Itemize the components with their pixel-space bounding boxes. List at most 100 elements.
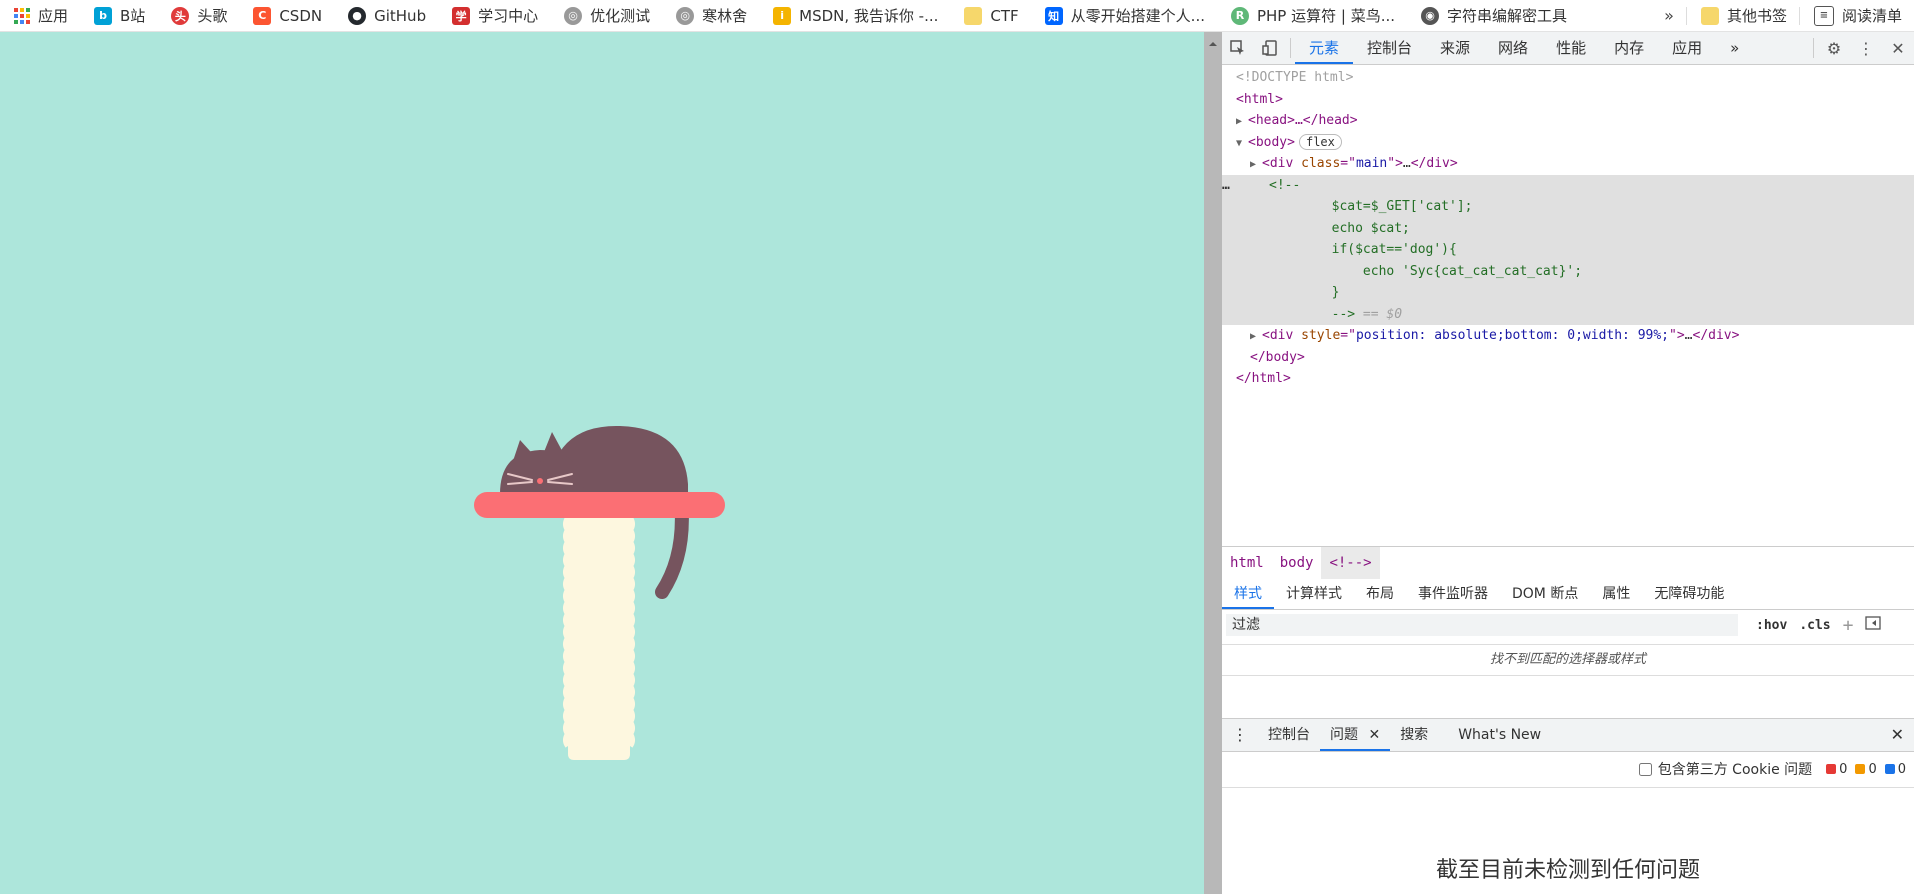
toolbar-divider — [1813, 38, 1814, 58]
bookmark-apps[interactable]: 应用 — [0, 0, 80, 31]
third-party-label: 包含第三方 Cookie 问题 — [1657, 762, 1813, 778]
collapse-arrow-icon[interactable]: ▼ — [1236, 133, 1248, 155]
kebab-menu-icon: ⋮ — [1858, 38, 1874, 58]
tab-performance[interactable]: 性能 — [1542, 32, 1600, 64]
new-style-rule-button[interactable]: + — [1837, 615, 1860, 636]
bookmark-ctf[interactable]: CTF — [950, 0, 1030, 31]
dom-node-doctype[interactable]: <!DOCTYPE html> — [1222, 67, 1914, 89]
customize-menu-button[interactable]: ⋮ — [1850, 32, 1882, 64]
flex-badge[interactable]: flex — [1298, 133, 1342, 150]
warning-icon — [1855, 764, 1866, 774]
device-toolbar-button[interactable] — [1254, 32, 1286, 64]
body-open-tag: <body> — [1248, 134, 1295, 150]
warning-count[interactable]: 0 — [1855, 762, 1877, 777]
cls-toggle-button[interactable]: .cls — [1793, 618, 1836, 633]
bookmark-github[interactable]: ● GitHub — [334, 0, 438, 31]
close-devtools-button[interactable]: ✕ — [1882, 32, 1914, 64]
bookmark-msdn[interactable]: i MSDN, 我告诉你 -... — [759, 0, 950, 31]
ellipsis-icon[interactable]: … — [1222, 175, 1230, 197]
bookmark-other[interactable]: 其他书签 — [1687, 0, 1799, 31]
third-party-cookie-toggle[interactable]: 包含第三方 Cookie 问题 — [1638, 759, 1813, 779]
bookmark-label: 学习中心 — [478, 7, 539, 25]
more-tabs-button[interactable]: » — [1716, 32, 1753, 64]
breadcrumb: html body <!--> — [1222, 546, 1914, 580]
toolbar-divider — [1290, 38, 1291, 58]
bookmark-bilibili[interactable]: b B站 — [80, 0, 157, 31]
dom-tree: <!DOCTYPE html> <html> ▶ <head>…</head> ▼… — [1222, 65, 1914, 548]
styles-filter-input[interactable] — [1226, 614, 1738, 636]
bookmark-hanlinshe[interactable]: ◎ 寒林舍 — [662, 0, 759, 31]
sidebar-toggle-icon — [1865, 616, 1882, 630]
div-class-value: main — [1355, 156, 1388, 171]
tab-sources[interactable]: 来源 — [1426, 32, 1484, 64]
drawer-tab-issues[interactable]: 问题 ✕ — [1320, 719, 1391, 751]
page-viewport — [0, 32, 1204, 894]
error-count[interactable]: 0 — [1826, 762, 1847, 777]
drawer-menu-icon[interactable]: ⋮ — [1222, 719, 1258, 751]
hov-toggle-button[interactable]: :hov — [1750, 618, 1793, 633]
shelf — [474, 492, 725, 518]
page-scrollbar[interactable] — [1204, 32, 1222, 894]
bookmark-label: CSDN — [279, 6, 323, 25]
settings-button[interactable]: ⚙ — [1818, 32, 1850, 64]
breadcrumb-html[interactable]: html — [1222, 547, 1272, 579]
tab-event-listeners[interactable]: 事件监听器 — [1406, 579, 1500, 609]
expand-arrow-icon[interactable]: ▶ — [1236, 111, 1248, 133]
cat-nose — [537, 478, 543, 484]
tab-dom-breakpoints[interactable]: DOM 断点 — [1500, 579, 1590, 609]
dom-node-html[interactable]: <html> — [1222, 89, 1914, 111]
drawer-tab-search[interactable]: 搜索 — [1390, 719, 1438, 751]
expand-arrow-icon[interactable]: ▶ — [1250, 154, 1262, 176]
bookmark-csdn[interactable]: C CSDN — [239, 0, 334, 31]
tab-elements[interactable]: 元素 — [1295, 32, 1354, 64]
bookmark-label: 其他书签 — [1726, 7, 1787, 25]
bookmark-study-center[interactable]: 学 学习中心 — [438, 0, 550, 31]
breadcrumb-comment[interactable]: <!--> — [1321, 547, 1380, 579]
selected-comment-node[interactable]: … <!-- $cat=$_GET['cat']; echo $cat; if($… — [1222, 174, 1914, 325]
dom-node-body-close[interactable]: </body> — [1222, 347, 1914, 369]
tab-properties[interactable]: 属性 — [1590, 579, 1642, 609]
tab-styles[interactable]: 样式 — [1222, 579, 1274, 609]
bookmark-label: 应用 — [38, 7, 69, 25]
dom-node-html-close[interactable]: </html> — [1222, 368, 1914, 390]
bookmark-runoob[interactable]: R PHP 运算符 | 菜鸟... — [1217, 0, 1407, 31]
bookmark-label: 优化测试 — [590, 7, 651, 25]
scroll-up-icon[interactable] — [1207, 38, 1219, 50]
tab-memory[interactable]: 内存 — [1600, 32, 1658, 64]
tab-layout[interactable]: 布局 — [1354, 579, 1406, 609]
msdn-icon: i — [773, 6, 792, 25]
tab-network[interactable]: 网络 — [1484, 32, 1542, 64]
drawer-tab-whats-new[interactable]: What's New — [1448, 719, 1551, 751]
bookmark-optimize-test[interactable]: ◎ 优化测试 — [550, 0, 662, 31]
dom-node-div-style[interactable]: ▶ <div style="position: absolute;bottom: … — [1222, 325, 1914, 347]
close-icon[interactable]: ✕ — [1368, 727, 1380, 743]
bookmark-string-tool[interactable]: ◉ 字符串编解密工具 — [1407, 0, 1579, 31]
bilibili-icon: b — [94, 6, 113, 25]
tab-application[interactable]: 应用 — [1658, 32, 1716, 64]
inspect-element-button[interactable] — [1222, 32, 1254, 64]
bookmark-zhihu[interactable]: 知 从零开始搭建个人... — [1031, 0, 1217, 31]
globe-icon: ◎ — [676, 6, 695, 25]
expand-arrow-icon[interactable]: ▶ — [1250, 326, 1262, 348]
breadcrumb-body[interactable]: body — [1272, 547, 1322, 579]
tab-accessibility[interactable]: 无障碍功能 — [1642, 579, 1736, 609]
info-count-value: 0 — [1897, 761, 1906, 777]
bookmark-touge[interactable]: 头 头歌 — [157, 0, 239, 31]
drawer-tab-console[interactable]: 控制台 — [1258, 719, 1320, 751]
devtools-panel: 元素 控制台 来源 网络 性能 内存 应用 » ⚙ ⋮ ✕ <!DOCTYPE … — [1222, 32, 1914, 894]
toggle-sidebar-button[interactable] — [1859, 616, 1887, 634]
tab-console[interactable]: 控制台 — [1353, 32, 1426, 64]
close-drawer-button[interactable]: ✕ — [1881, 719, 1914, 751]
bookmark-reading-list[interactable]: ≡ 阅读清单 — [1800, 0, 1914, 31]
tab-computed[interactable]: 计算样式 — [1274, 579, 1354, 609]
third-party-checkbox[interactable] — [1638, 762, 1652, 776]
bookmark-label: GitHub — [374, 6, 427, 25]
bookmark-label: 阅读清单 — [1841, 7, 1902, 25]
info-count[interactable]: 0 — [1884, 761, 1906, 777]
bookmarks-overflow-button[interactable]: » — [1652, 6, 1686, 25]
folder-icon — [964, 6, 983, 25]
dom-node-body[interactable]: ▼ <body> flex — [1222, 132, 1914, 154]
dom-node-div-main[interactable]: ▶ <div class="main">…</div> — [1222, 153, 1914, 175]
error-count-value: 0 — [1839, 761, 1848, 777]
dom-node-head[interactable]: ▶ <head>…</head> — [1222, 110, 1914, 132]
